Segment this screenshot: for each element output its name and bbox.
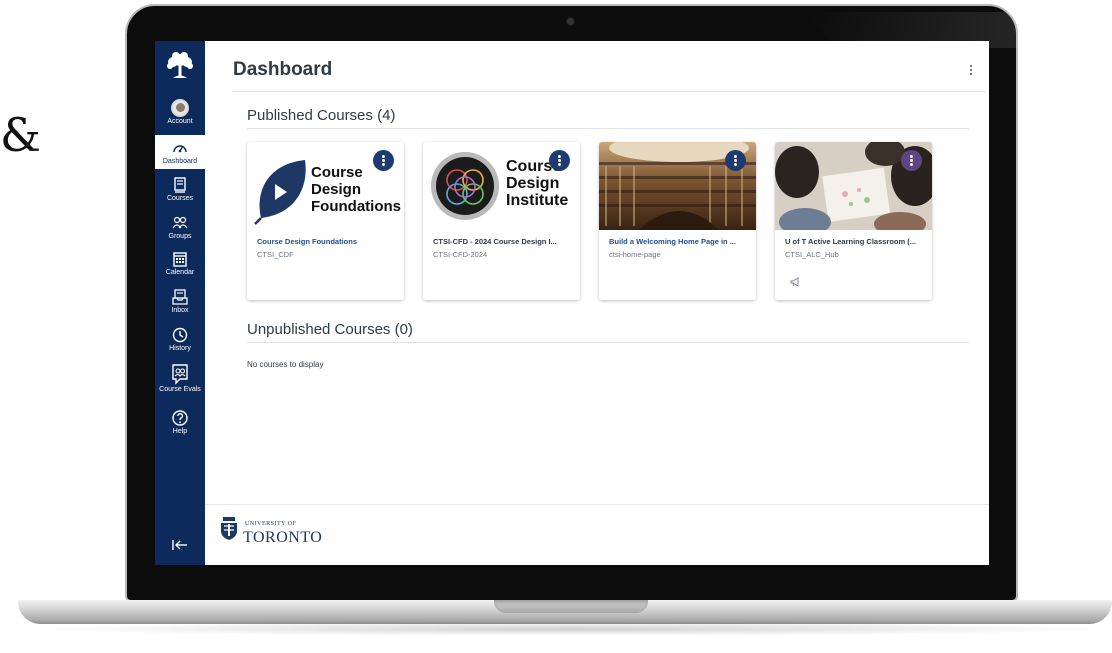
calendar-icon: [173, 252, 187, 267]
announcements-megaphone-icon[interactable]: [789, 276, 801, 288]
course-card-title[interactable]: U of T Active Learning Classroom (...: [785, 237, 925, 246]
courses-book-icon: [174, 177, 186, 193]
nav-item-inbox[interactable]: Inbox: [155, 285, 205, 319]
unpublished-divider: [247, 342, 969, 343]
nav-label: Courses: [166, 195, 194, 202]
page-title: Dashboard: [233, 59, 333, 80]
screen: Account Dashboard Courses Groups Calenda…: [155, 41, 989, 565]
dashboard-options-kebab-icon[interactable]: [967, 63, 975, 77]
nav-item-groups[interactable]: Groups: [155, 211, 205, 245]
collapse-nav-icon[interactable]: [169, 538, 191, 552]
uoft-wordmark-small: UNIVERSITY OF: [245, 521, 297, 527]
nav-label: Course Evals: [159, 386, 201, 393]
course-evals-icon: [172, 364, 188, 385]
uoft-wordmark: TORONTO: [243, 529, 323, 546]
hero-line: Institute: [506, 192, 569, 209]
stage: & Account Dashboard Courses Groups Calen…: [0, 0, 1112, 653]
nav-item-calendar[interactable]: Calendar: [155, 247, 205, 283]
published-courses-heading: Published Courses (4): [247, 107, 396, 124]
hero-line: Design: [506, 175, 560, 192]
nav-label: Groups: [168, 233, 192, 240]
dashboard-gauge-icon: [173, 145, 187, 153]
course-card-cfd[interactable]: Course Design Institute CTSI-CFD - 2024 …: [423, 142, 580, 300]
course-hero-text: Course Design Foundations: [311, 164, 401, 215]
laptop-shadow: [30, 622, 1112, 636]
course-card-code: CTSI_ALC_Hub: [785, 250, 839, 259]
nav-label: Inbox: [171, 307, 189, 314]
unpublished-courses-heading: Unpublished Courses (0): [247, 321, 413, 338]
published-divider: [247, 128, 969, 129]
nav-label: Help: [172, 428, 188, 435]
course-card-code: CTSI-CFD-2024: [433, 250, 488, 259]
webcam: [567, 18, 574, 25]
nav-item-courses[interactable]: Courses: [155, 173, 205, 207]
nav-item-account[interactable]: Account: [155, 95, 205, 131]
help-icon: [172, 410, 188, 426]
nav-item-help[interactable]: Help: [155, 407, 205, 441]
nav-item-history[interactable]: History: [155, 323, 205, 357]
nav-label: Account: [167, 118, 193, 125]
nav-label: History: [169, 345, 191, 352]
course-card-title[interactable]: CTSI-CFD - 2024 Course Design I...: [433, 237, 573, 246]
inbox-icon: [172, 289, 188, 305]
uoft-crest-icon: [221, 517, 237, 540]
title-divider: [233, 91, 985, 92]
course-card-title[interactable]: Build a Welcoming Home Page in ...: [609, 237, 749, 246]
global-nav: Account Dashboard Courses Groups Calenda…: [155, 41, 205, 565]
course-card-code: ctsi-home-page: [609, 250, 661, 259]
nav-item-course-evals[interactable]: Course Evals: [155, 361, 205, 401]
course-card-options-kebab-icon[interactable]: [901, 150, 922, 171]
uoft-tree-logo-icon[interactable]: [164, 51, 196, 81]
course-card-alc-hub[interactable]: U of T Active Learning Classroom (... CT…: [775, 142, 932, 300]
main-content: Dashboard Published Courses (4) Course D…: [205, 41, 989, 565]
course-card-title[interactable]: Course Design Foundations: [257, 237, 397, 246]
course-card-options-kebab-icon[interactable]: [549, 150, 570, 171]
footer-divider: [205, 504, 989, 505]
nav-item-dashboard[interactable]: Dashboard: [155, 135, 205, 169]
nav-label: Dashboard: [162, 158, 198, 165]
no-courses-message: No courses to display: [247, 360, 324, 369]
laptop-notch: [494, 600, 648, 613]
stray-glyph: &: [0, 108, 41, 162]
course-card-options-kebab-icon[interactable]: [725, 150, 746, 171]
course-card-home-page[interactable]: Build a Welcoming Home Page in ... ctsi-…: [599, 142, 756, 300]
hero-line: Foundations: [311, 198, 401, 215]
groups-people-icon: [172, 216, 188, 229]
history-clock-icon: [172, 327, 188, 343]
nav-label: Calendar: [165, 269, 195, 276]
course-card-options-kebab-icon[interactable]: [373, 150, 394, 171]
course-card-cdf[interactable]: Course Design Foundations Course Design …: [247, 142, 404, 300]
course-card-code: CTSI_CDF: [257, 250, 294, 259]
account-avatar-icon: [171, 99, 189, 117]
hero-line: Design: [311, 181, 362, 198]
